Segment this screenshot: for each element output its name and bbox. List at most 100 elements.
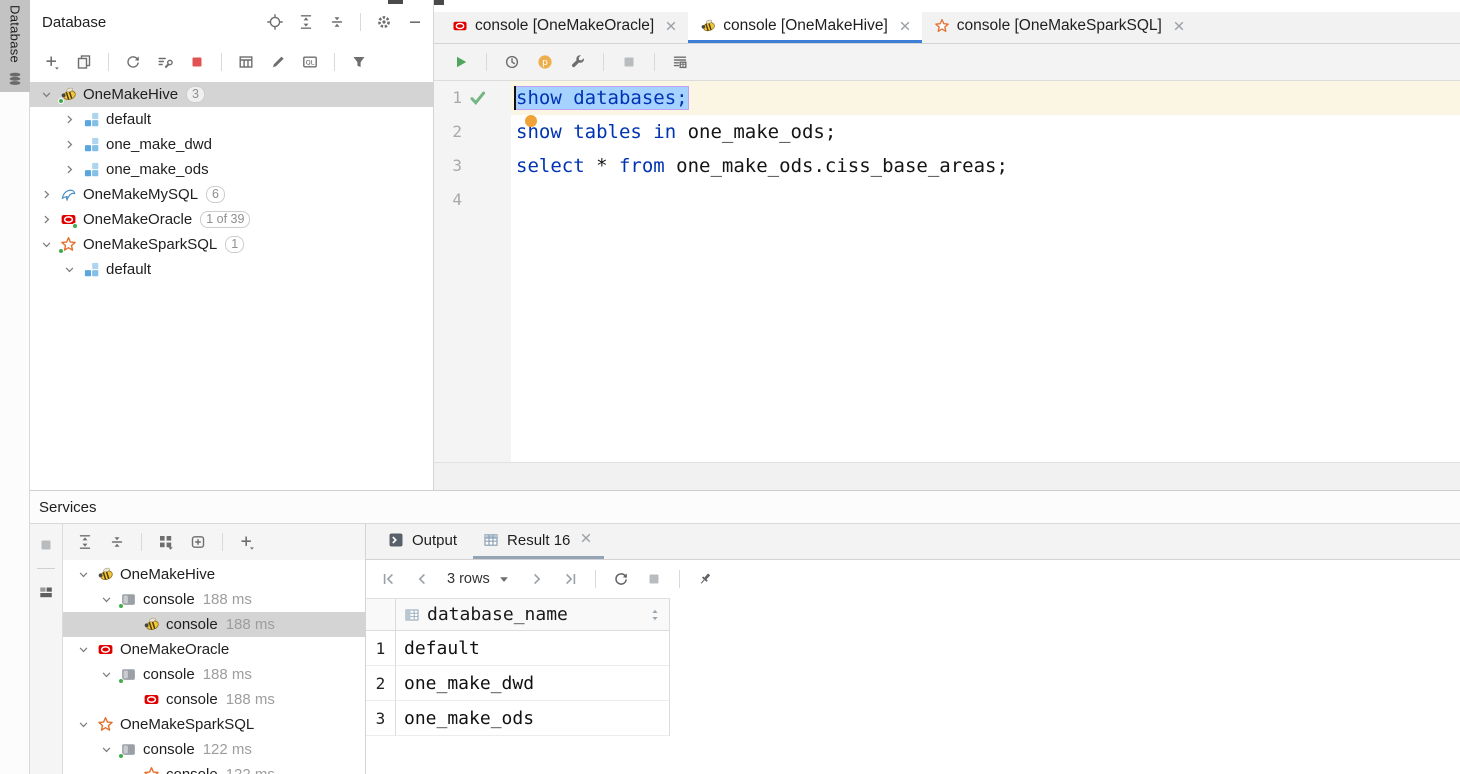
collapse-all-button[interactable] [109,534,125,550]
editor-code-line[interactable]: show databases; [511,81,1460,115]
editor-tab-console-onemakehive-[interactable]: console [OneMakeHive] [688,12,922,43]
database-tree-item-default[interactable]: default [30,257,433,282]
add-button[interactable] [239,534,255,550]
duplicate-button[interactable] [76,54,92,70]
services-tree-item-onemakesparksql[interactable]: OneMakeSparkSQL [63,712,365,737]
wrench-button[interactable] [570,54,586,70]
services-tree-item-console[interactable]: console 122 ms [63,737,365,762]
editor-code-line[interactable] [511,183,1460,217]
prev-page-button[interactable] [414,571,430,587]
pin-button[interactable] [697,571,713,587]
tree-toggle[interactable] [61,136,78,153]
chevron-down-icon [40,238,53,251]
tree-toggle[interactable] [61,111,78,128]
filter-button[interactable] [351,54,367,70]
close-tab-icon[interactable] [578,530,594,550]
tree-toggle[interactable] [61,261,78,278]
editor-line-1[interactable]: 1 show databases; [434,81,1460,115]
add-button[interactable] [44,54,60,70]
tree-toggle[interactable] [38,86,55,103]
tree-toggle[interactable] [38,186,55,203]
toolbar-separator [603,53,604,71]
text-caret [514,86,516,110]
services-tree-item-onemakeoracle[interactable]: OneMakeOracle [63,637,365,662]
services-tree-item-console[interactable]: console 188 ms [63,662,365,687]
close-tab-icon[interactable] [897,18,913,34]
editor-tab-console-onemakeoracle-[interactable]: console [OneMakeOracle] [440,12,688,43]
close-tab-icon[interactable] [663,18,679,34]
add-tab-button[interactable] [190,534,206,550]
data-table-button[interactable] [238,54,254,70]
collapse-all-button[interactable] [329,14,345,30]
tree-toggle[interactable] [38,211,55,228]
sort-icon[interactable] [647,607,663,623]
database-tree-item-one_make_dwd[interactable]: one_make_dwd [30,132,433,157]
hide-button[interactable] [407,14,423,30]
editor-region: console [OneMakeOracle] console [OneMakeH… [434,0,1460,491]
layout-button[interactable] [38,584,54,600]
stop-red-button[interactable] [189,54,205,70]
stop-button[interactable] [38,537,54,553]
database-tree-item-default[interactable]: default [30,107,433,132]
first-page-button[interactable] [381,571,397,587]
services-tree-item-console[interactable]: console 188 ms [63,587,365,612]
settings-gear-button[interactable] [376,14,392,30]
last-page-button[interactable] [562,571,578,587]
editor-line-4[interactable]: 4 [434,183,1460,217]
history-clock-button[interactable] [504,54,520,70]
services-tree-item-console[interactable]: console 122 ms [63,762,365,774]
editor-code-line[interactable]: select * from one_make_ods.ciss_base_are… [511,149,1460,183]
services-panel-title: Services [39,498,97,516]
editor-line-3[interactable]: 3 select * from one_make_ods.ciss_base_ar… [434,149,1460,183]
editor-code-line[interactable]: show tables in one_make_ods; [511,115,1460,149]
edit-pencil-button[interactable] [270,54,286,70]
tree-toggle-spacer [121,766,138,774]
stop-button[interactable] [646,571,662,587]
run-button[interactable] [453,54,469,70]
tree-toggle[interactable] [98,591,115,608]
execution-time: 188 ms [225,616,275,633]
database-tree-item-one_make_ods[interactable]: one_make_ods [30,157,433,182]
query-console-button[interactable]: QL [302,54,318,70]
editor-tab-console-onemakesparksql-[interactable]: console [OneMakeSparkSQL] [922,12,1196,43]
hive-icon [97,566,114,583]
tree-item-label: one_make_dwd [106,136,212,153]
table-cell[interactable]: one_make_dwd [396,666,670,701]
tree-toggle[interactable] [61,161,78,178]
database-tree-item-onemakesparksql[interactable]: OneMakeSparkSQL 1 [30,232,433,257]
output-layout-button[interactable] [672,54,688,70]
table-cell[interactable]: one_make_ods [396,701,670,736]
profile-p-button[interactable]: p [537,54,553,70]
locate-button[interactable] [267,14,283,30]
next-page-button[interactable] [529,571,545,587]
editor-line-2[interactable]: 2 show tables in one_make_ods; [434,115,1460,149]
tree-toggle[interactable] [98,741,115,758]
sql-editor[interactable]: 1 show databases; 2 show tables in one_make… [434,81,1460,462]
chevron-right-icon [63,163,76,176]
services-tree-item-console[interactable]: console 188 ms [63,687,365,712]
services-tree-item-onemakehive[interactable]: OneMakeHive [63,562,365,587]
database-tree-item-onemakeoracle[interactable]: OneMakeOracle 1 of 39 [30,207,433,232]
tree-toggle[interactable] [75,641,92,658]
tree-toggle[interactable] [38,236,55,253]
close-tab-icon[interactable] [1171,18,1187,34]
group-by-button[interactable] [158,534,174,550]
database-tool-window-button[interactable]: Database [0,0,30,92]
result-tab-output[interactable]: Output [378,524,467,559]
tree-toggle[interactable] [75,716,92,733]
refresh-button[interactable] [125,54,141,70]
database-tree-item-onemakemysql[interactable]: OneMakeMySQL 6 [30,182,433,207]
expand-all-button[interactable] [298,14,314,30]
result-tab-result-16[interactable]: Result 16 [473,524,605,559]
database-tree-item-onemakehive[interactable]: OneMakeHive 3 [30,82,433,107]
stop-button[interactable] [621,54,637,70]
services-tree-item-console[interactable]: console 188 ms [63,612,365,637]
table-cell[interactable]: default [396,631,670,666]
tree-toggle[interactable] [75,566,92,583]
page-size-select[interactable]: 3 rows [447,571,512,587]
column-header[interactable]: database_name [396,599,670,631]
tree-toggle[interactable] [98,666,115,683]
expand-all-button[interactable] [77,534,93,550]
reload-button[interactable] [613,571,629,587]
sync-wrench-button[interactable] [157,54,173,70]
